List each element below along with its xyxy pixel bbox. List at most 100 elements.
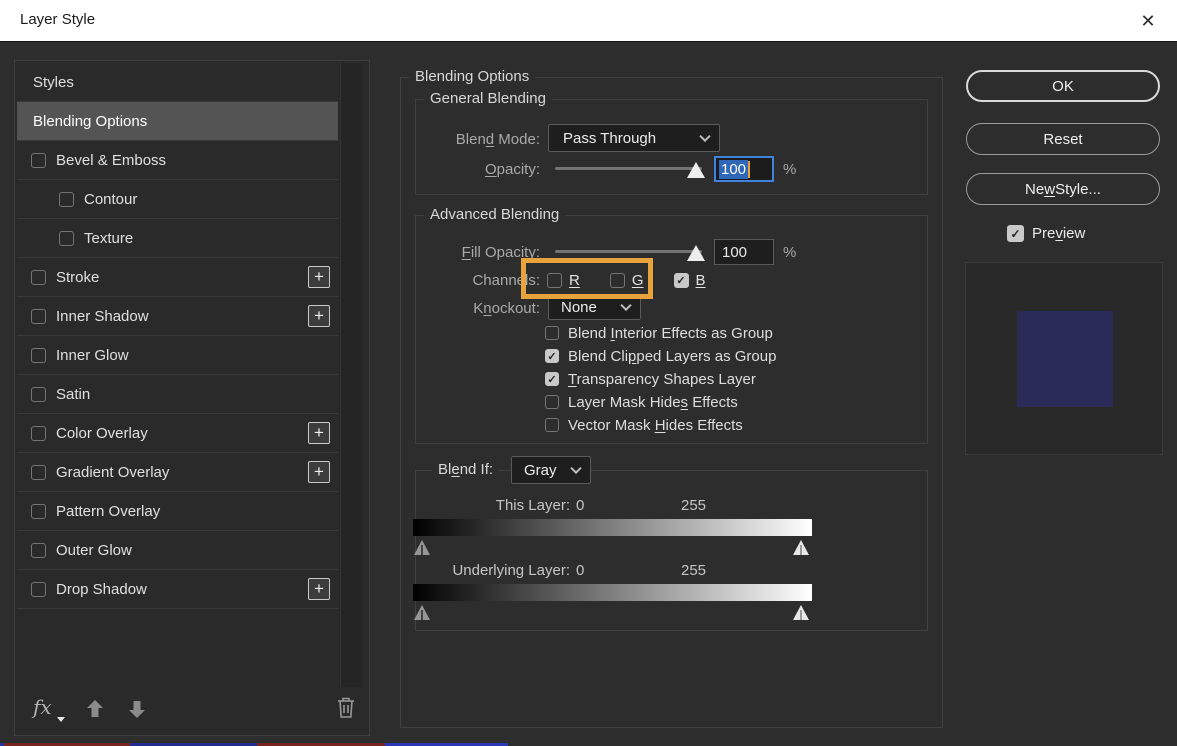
fill-opacity-input[interactable]: 100 bbox=[714, 239, 774, 265]
style-enable-checkbox[interactable] bbox=[31, 465, 46, 480]
opacity-input[interactable]: 100 bbox=[714, 156, 774, 182]
fill-opacity-slider-track[interactable] bbox=[555, 250, 702, 253]
style-list-item[interactable]: Texture bbox=[17, 219, 338, 258]
opacity-slider-thumb[interactable] bbox=[687, 162, 705, 178]
advanced-option[interactable]: Blend Clipped Layers as Group bbox=[545, 348, 776, 364]
style-enable-checkbox[interactable] bbox=[31, 426, 46, 441]
knockout-dropdown[interactable]: None bbox=[548, 294, 641, 320]
channel-letter: R bbox=[569, 272, 580, 289]
style-list-item[interactable]: Gradient Overlay + bbox=[17, 453, 338, 492]
new-style-button[interactable]: New Style... bbox=[966, 173, 1160, 205]
styles-list: Styles Blending Options Bevel & Emboss C… bbox=[17, 63, 338, 609]
close-icon[interactable]: ✕ bbox=[1133, 7, 1163, 35]
delete-effect-button[interactable] bbox=[335, 695, 359, 721]
opacity-slider-track[interactable] bbox=[555, 167, 702, 170]
channel-checkbox[interactable] bbox=[610, 273, 625, 288]
fill-opacity-slider-thumb[interactable] bbox=[687, 245, 705, 261]
style-list-item[interactable]: Stroke + bbox=[17, 258, 338, 297]
fx-menu-button[interactable]: fx bbox=[33, 695, 52, 719]
style-enable-checkbox[interactable] bbox=[31, 309, 46, 324]
channel-letter: G bbox=[632, 272, 644, 289]
style-enable-checkbox[interactable] bbox=[31, 153, 46, 168]
styles-sidebar: Styles Blending Options Bevel & Emboss C… bbox=[14, 60, 370, 736]
reset-button[interactable]: Reset bbox=[966, 123, 1160, 155]
add-instance-button[interactable]: + bbox=[308, 461, 330, 483]
underlying-layer-shadow-slider[interactable] bbox=[414, 605, 430, 620]
channel-toggle[interactable]: G bbox=[610, 271, 644, 289]
underlying-layer-label: Underlying Layer: bbox=[410, 562, 570, 579]
advanced-option[interactable]: Vector Mask Hides Effects bbox=[545, 417, 776, 433]
style-list-item[interactable]: Satin bbox=[17, 375, 338, 414]
opacity-label: Opacity: bbox=[400, 161, 540, 178]
style-enable-checkbox[interactable] bbox=[31, 582, 46, 597]
advanced-option-checkbox[interactable] bbox=[545, 326, 559, 340]
blend-mode-dropdown[interactable]: Pass Through bbox=[548, 124, 720, 152]
style-list-item[interactable]: Styles bbox=[17, 63, 338, 102]
advanced-option[interactable]: Blend Interior Effects as Group bbox=[545, 325, 776, 341]
style-list-item[interactable]: Outer Glow bbox=[17, 531, 338, 570]
advanced-option[interactable]: Transparency Shapes Layer bbox=[545, 371, 776, 387]
move-effect-down-button[interactable] bbox=[125, 697, 149, 721]
blend-if-channel-dropdown[interactable]: Gray bbox=[511, 456, 591, 484]
add-instance-button[interactable]: + bbox=[308, 422, 330, 444]
advanced-option-checkbox[interactable] bbox=[545, 372, 559, 386]
advanced-option-checkbox[interactable] bbox=[545, 418, 559, 432]
style-list-item[interactable]: Color Overlay + bbox=[17, 414, 338, 453]
channels-row: R G B bbox=[547, 271, 706, 289]
fx-caret-icon bbox=[57, 717, 65, 722]
advanced-option[interactable]: Layer Mask Hides Effects bbox=[545, 394, 776, 410]
style-list-item[interactable]: Contour bbox=[17, 180, 338, 219]
trash-icon bbox=[335, 695, 357, 720]
text-caret bbox=[748, 161, 750, 178]
style-enable-checkbox[interactable] bbox=[59, 231, 74, 246]
style-item-label: Styles bbox=[33, 74, 74, 91]
advanced-option-checkbox[interactable] bbox=[545, 395, 559, 409]
style-item-label: Color Overlay bbox=[56, 425, 148, 442]
style-item-label: Outer Glow bbox=[56, 542, 132, 559]
channel-checkbox[interactable] bbox=[674, 273, 689, 288]
preview-checkbox[interactable] bbox=[1007, 225, 1024, 242]
channel-checkbox[interactable] bbox=[547, 273, 562, 288]
opacity-unit: % bbox=[783, 161, 796, 178]
style-item-label: Blending Options bbox=[33, 113, 147, 130]
blend-if-label: Blend If: bbox=[432, 461, 499, 479]
advanced-option-label: Layer Mask Hides Effects bbox=[568, 394, 738, 411]
channel-toggle[interactable]: B bbox=[674, 271, 706, 289]
style-item-label: Drop Shadow bbox=[56, 581, 147, 598]
style-enable-checkbox[interactable] bbox=[31, 543, 46, 558]
style-list-item[interactable]: Inner Glow bbox=[17, 336, 338, 375]
underlying-layer-min: 0 bbox=[576, 562, 584, 579]
advanced-option-checkbox[interactable] bbox=[545, 349, 559, 363]
dialog-titlebar: Layer Style ✕ bbox=[0, 0, 1177, 42]
move-effect-up-button[interactable] bbox=[83, 697, 107, 721]
this-layer-shadow-slider[interactable] bbox=[414, 540, 430, 555]
style-item-label: Stroke bbox=[56, 269, 99, 286]
style-list-item[interactable]: Inner Shadow + bbox=[17, 297, 338, 336]
blend-mode-value: Pass Through bbox=[563, 130, 656, 147]
underlying-layer-highlight-slider[interactable] bbox=[793, 605, 809, 620]
advanced-option-label: Blend Interior Effects as Group bbox=[568, 325, 773, 342]
channel-toggle[interactable]: R bbox=[547, 271, 580, 289]
style-enable-checkbox[interactable] bbox=[31, 504, 46, 519]
style-enable-checkbox[interactable] bbox=[31, 387, 46, 402]
add-instance-button[interactable]: + bbox=[308, 266, 330, 288]
fill-opacity-value: 100 bbox=[722, 244, 747, 261]
preview-label: Preview bbox=[1032, 225, 1085, 242]
sidebar-scrollbar-thumb[interactable] bbox=[340, 63, 362, 689]
style-list-item[interactable]: Bevel & Emboss bbox=[17, 141, 338, 180]
this-layer-highlight-slider[interactable] bbox=[793, 540, 809, 555]
knockout-value: None bbox=[561, 299, 597, 316]
add-instance-button[interactable]: + bbox=[308, 305, 330, 327]
add-instance-button[interactable]: + bbox=[308, 578, 330, 600]
style-list-item[interactable]: Drop Shadow + bbox=[17, 570, 338, 609]
style-list-item[interactable]: Pattern Overlay bbox=[17, 492, 338, 531]
channel-letter: B bbox=[696, 272, 706, 289]
style-list-item[interactable]: Blending Options bbox=[17, 102, 338, 141]
style-enable-checkbox[interactable] bbox=[31, 270, 46, 285]
preview-toggle[interactable]: Preview bbox=[1007, 225, 1085, 242]
fill-opacity-label: Fill Opacity: bbox=[380, 244, 540, 261]
style-item-label: Inner Glow bbox=[56, 347, 129, 364]
style-enable-checkbox[interactable] bbox=[59, 192, 74, 207]
ok-button[interactable]: OK bbox=[966, 70, 1160, 102]
style-enable-checkbox[interactable] bbox=[31, 348, 46, 363]
